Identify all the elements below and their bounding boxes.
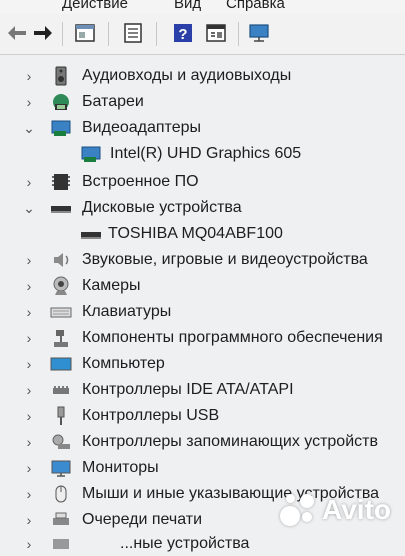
keyboard-icon <box>50 301 72 323</box>
toolbar-separator <box>156 22 157 46</box>
disk-drive-icon <box>80 223 102 245</box>
storage-controller-icon <box>50 431 72 453</box>
avito-watermark: Avito <box>280 492 391 528</box>
tree-item-label: Контроллеры USB <box>82 407 220 424</box>
toolbar-separator <box>62 22 63 46</box>
chevron-right-icon[interactable]: › <box>22 330 36 346</box>
camera-icon <box>50 275 72 297</box>
chevron-right-icon[interactable]: › <box>22 304 36 320</box>
chevron-right-icon[interactable]: › <box>22 94 36 110</box>
avito-logo-icon <box>280 492 316 528</box>
print-queue-icon <box>50 509 72 531</box>
tree-item-batteries[interactable]: › Батареи <box>0 90 405 114</box>
tree-item-label: TOSHIBA MQ04ABF100 <box>108 225 283 242</box>
toolbar: ? <box>0 14 405 55</box>
menu-bar: Действие Вид Справка <box>0 0 405 14</box>
tree-item-ide-controllers[interactable]: › Контроллеры IDE ATA/ATAPI <box>0 378 405 402</box>
chevron-down-icon[interactable]: ⌄ <box>22 200 36 216</box>
ide-controller-icon <box>50 379 72 401</box>
tree-item-label: Мониторы <box>82 459 159 476</box>
menu-help[interactable]: Справка <box>226 0 285 11</box>
tree-item-label: Камеры <box>82 277 141 294</box>
tree-item-label: Дисковые устройства <box>82 199 242 216</box>
tree-item-label: Контроллеры IDE ATA/ATAPI <box>82 381 294 398</box>
chevron-right-icon[interactable]: › <box>22 512 36 528</box>
svg-text:?: ? <box>178 26 187 43</box>
software-component-icon <box>50 327 72 349</box>
sound-icon <box>50 249 72 271</box>
mouse-icon <box>50 483 72 505</box>
tree-item-label: Встроенное ПО <box>82 173 199 190</box>
chevron-right-icon[interactable]: › <box>22 68 36 84</box>
tree-item-label: Видеоадаптеры <box>82 119 201 136</box>
help-icon[interactable]: ? <box>170 20 196 46</box>
tree-item-label: Очереди печати <box>82 511 203 528</box>
details-icon[interactable] <box>120 20 146 46</box>
tree-item-sound-devices[interactable]: › Звуковые, игровые и видеоустройства <box>0 248 405 272</box>
display-adapter-icon <box>50 117 72 139</box>
speaker-icon <box>50 65 72 87</box>
device-icon <box>50 533 72 555</box>
tree-item-label: Звуковые, игровые и видеоустройства <box>82 251 368 268</box>
chevron-right-icon[interactable]: › <box>22 408 36 424</box>
tree-item-monitors[interactable]: › Мониторы <box>0 456 405 480</box>
tree-item-cameras[interactable]: › Камеры <box>0 274 405 298</box>
tree-item-label: Intel(R) UHD Graphics 605 <box>110 145 302 162</box>
tree-item-keyboards[interactable]: › Клавиатуры <box>0 300 405 324</box>
tree-item-label: Аудиовходы и аудиовыходы <box>82 67 292 84</box>
menu-action[interactable]: Действие <box>62 0 128 11</box>
tree-item-computer[interactable]: › Компьютер <box>0 352 405 376</box>
tree-item-label: Контроллеры запоминающих устройств <box>82 433 378 450</box>
chevron-right-icon[interactable]: › <box>22 536 36 552</box>
avito-watermark-text: Avito <box>322 494 391 525</box>
disk-drive-icon <box>50 197 72 219</box>
back-arrow-icon[interactable] <box>4 20 30 46</box>
tree-item-storage-controllers[interactable]: › Контроллеры запоминающих устройств <box>0 430 405 454</box>
device-tree: › Аудиовходы и аудиовыходы › Батареи ⌄ В… <box>0 56 405 552</box>
chevron-right-icon[interactable]: › <box>22 356 36 372</box>
tree-item-devices[interactable]: › ...ные устройства <box>0 532 405 556</box>
monitor-icon[interactable] <box>246 20 272 46</box>
chevron-right-icon[interactable]: › <box>22 278 36 294</box>
tree-item-label: ...ные устройства <box>120 535 250 552</box>
view-icon[interactable] <box>203 20 229 46</box>
computer-icon <box>50 353 72 375</box>
toolbar-separator <box>108 22 109 46</box>
properties-icon[interactable] <box>72 20 98 46</box>
firmware-icon <box>50 171 72 193</box>
tree-item-audio-io[interactable]: › Аудиовходы и аудиовыходы <box>0 64 405 88</box>
display-adapter-icon <box>80 143 102 165</box>
tree-item-label: Клавиатуры <box>82 303 172 320</box>
tree-item-label: Компоненты программного обеспечения <box>82 329 383 346</box>
chevron-right-icon[interactable]: › <box>22 486 36 502</box>
chevron-right-icon[interactable]: › <box>22 382 36 398</box>
monitor-icon <box>50 457 72 479</box>
forward-arrow-icon[interactable] <box>30 20 56 46</box>
chevron-down-icon[interactable]: ⌄ <box>22 120 36 136</box>
tree-item-display-adapters[interactable]: ⌄ Видеоадаптеры <box>0 116 405 140</box>
tree-item-usb-controllers[interactable]: › Контроллеры USB <box>0 404 405 428</box>
chevron-right-icon[interactable]: › <box>22 460 36 476</box>
tree-item-firmware[interactable]: › Встроенное ПО <box>0 170 405 194</box>
menu-view[interactable]: Вид <box>174 0 201 11</box>
battery-icon <box>50 91 72 113</box>
tree-item-software-components[interactable]: › Компоненты программного обеспечения <box>0 326 405 350</box>
tree-item-label: Компьютер <box>82 355 165 372</box>
tree-item-toshiba[interactable]: TOSHIBA MQ04ABF100 <box>0 222 405 246</box>
tree-item-disk-drives[interactable]: ⌄ Дисковые устройства <box>0 196 405 220</box>
toolbar-separator <box>238 22 239 46</box>
chevron-right-icon[interactable]: › <box>22 174 36 190</box>
chevron-right-icon[interactable]: › <box>22 252 36 268</box>
chevron-right-icon[interactable]: › <box>22 434 36 450</box>
usb-icon <box>50 405 72 427</box>
tree-item-intel-uhd[interactable]: Intel(R) UHD Graphics 605 <box>0 142 405 166</box>
tree-item-label: Батареи <box>82 93 144 110</box>
